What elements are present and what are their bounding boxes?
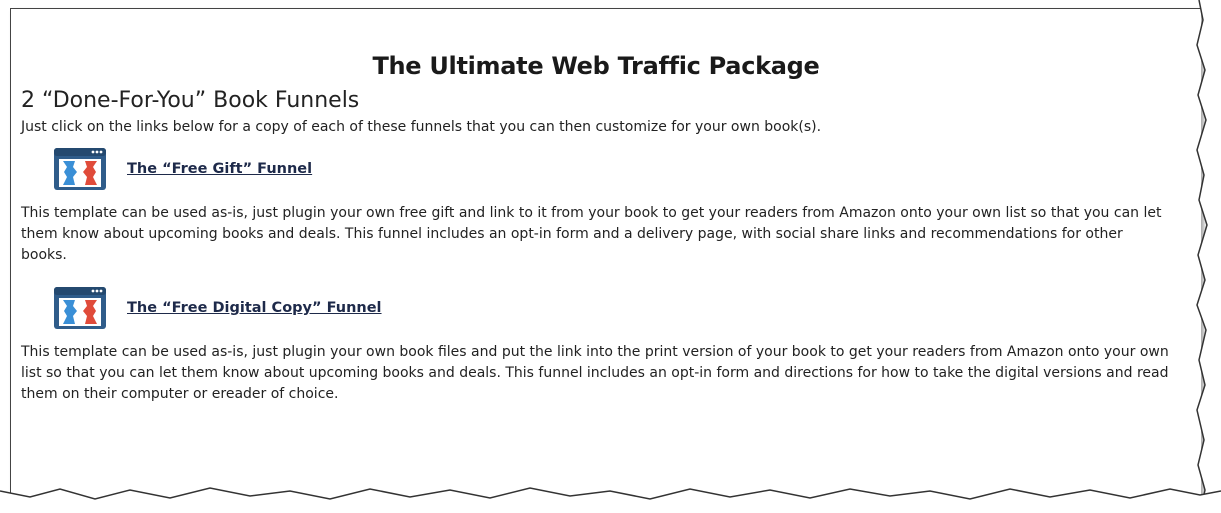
free-digital-copy-funnel-link[interactable]: The “Free Digital Copy” Funnel (127, 300, 382, 316)
funnel-item-free-gift: The “Free Gift” Funnel (53, 147, 1171, 191)
section-heading: 2 “Done-For-You” Book Funnels (21, 88, 360, 113)
funnel-item-free-digital-copy: The “Free Digital Copy” Funnel (53, 286, 1171, 330)
free-gift-funnel-link[interactable]: The “Free Gift” Funnel (127, 161, 312, 177)
torn-edge-bottom (0, 487, 1221, 513)
clickfunnels-logo-icon (54, 287, 106, 329)
page-title: The Ultimate Web Traffic Package (372, 52, 820, 80)
intro-text: Just click on the links below for a copy… (21, 119, 822, 135)
clickfunnels-logo-icon (54, 148, 106, 190)
free-digital-copy-funnel-description: This template can be used as-is, just pl… (21, 344, 1169, 402)
document-content: The Ultimate Web Traffic Package 2 “Done… (21, 52, 1171, 425)
free-gift-funnel-description: This template can be used as-is, just pl… (21, 205, 1162, 263)
torn-edge-right (1196, 0, 1221, 513)
